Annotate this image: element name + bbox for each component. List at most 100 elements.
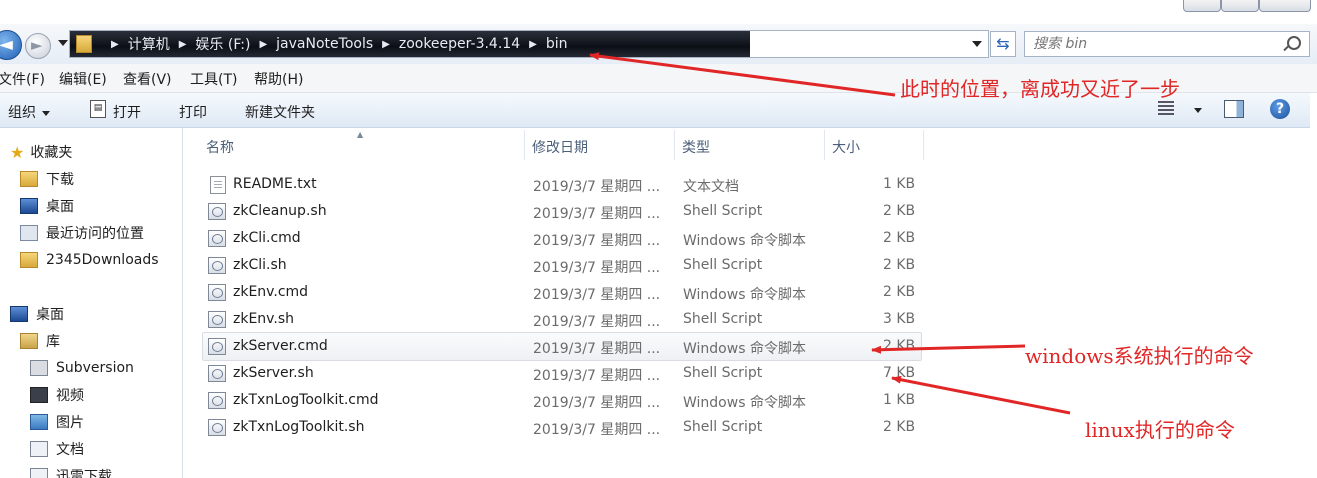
breadcrumb-zookeeper[interactable]: zookeeper-3.4.14	[399, 36, 520, 52]
script-file-icon	[208, 311, 226, 328]
back-button[interactable]: ◄	[0, 30, 22, 60]
address-row: ◄ ► ▶ 计算机 ▶ 娱乐 (F:) ▶ javaNoteTools ▶ zo…	[0, 24, 1317, 64]
forward-button[interactable]: ►	[25, 33, 51, 59]
maximize-button[interactable]	[1221, 0, 1259, 12]
nav-xunlei-downloads[interactable]: 迅雷下载	[30, 465, 112, 478]
nav-pictures[interactable]: 图片	[30, 411, 84, 433]
close-button[interactable]	[1259, 0, 1311, 12]
column-name[interactable]: 名称	[206, 137, 234, 157]
print-button[interactable]: 打印	[179, 102, 207, 122]
file-name: zkCleanup.sh	[233, 203, 327, 219]
chevron-down-icon[interactable]	[1194, 108, 1202, 113]
file-row-zktxnlogtoolkit-sh[interactable]: zkTxnLogToolkit.sh 2019/3/7 星期四 ... Shel…	[203, 414, 921, 441]
nav-label: 桌面	[36, 307, 64, 323]
nav-label: Subversion	[56, 360, 134, 376]
preview-pane-icon[interactable]	[1224, 100, 1244, 118]
file-date: 2019/3/7 星期四 ...	[533, 260, 661, 276]
file-size: 2 KB	[883, 338, 916, 354]
history-dropdown-icon[interactable]	[58, 40, 68, 46]
file-type: 文本文档	[683, 179, 739, 195]
breadcrumb-javanotetools[interactable]: javaNoteTools	[276, 36, 373, 52]
nav-label: 视频	[56, 388, 84, 404]
nav-library[interactable]: 库	[20, 330, 60, 352]
help-icon[interactable]: ?	[1270, 99, 1290, 119]
nav-favorites-label: 收藏夹	[30, 145, 73, 161]
nav-downloads[interactable]: 下载	[20, 168, 74, 190]
file-size: 2 KB	[883, 419, 916, 435]
nav-2345downloads[interactable]: 2345Downloads	[20, 249, 159, 271]
refresh-button[interactable]: ⇆	[990, 31, 1016, 57]
breadcrumb-computer[interactable]: 计算机	[128, 34, 170, 54]
script-file-icon	[208, 257, 226, 274]
file-size: 2 KB	[883, 203, 916, 219]
file-date: 2019/3/7 星期四 ...	[533, 179, 661, 195]
column-divider[interactable]	[923, 130, 924, 160]
script-file-icon	[208, 203, 226, 220]
chevron-right-icon[interactable]: ▶	[111, 39, 119, 50]
folder-icon	[76, 35, 92, 53]
file-row-zktxnlogtoolkit-cmd[interactable]: zkTxnLogToolkit.cmd 2019/3/7 星期四 ... Win…	[203, 387, 921, 414]
search-box[interactable]	[1024, 31, 1310, 57]
nav-favorites[interactable]: ★ 收藏夹	[10, 141, 72, 163]
organize-button[interactable]: 组织	[8, 102, 50, 122]
file-size: 1 KB	[883, 392, 916, 408]
download-folder-icon	[30, 468, 48, 478]
column-divider[interactable]	[524, 130, 525, 160]
nav-subversion[interactable]: Subversion	[30, 357, 134, 379]
file-name: zkServer.cmd	[233, 338, 328, 354]
minimize-button[interactable]	[1183, 0, 1221, 12]
menu-file[interactable]: 文件(F)	[0, 69, 45, 89]
file-row-zkcli-cmd[interactable]: zkCli.cmd 2019/3/7 星期四 ... Windows 命令脚本 …	[203, 225, 921, 252]
column-date[interactable]: 修改日期	[532, 137, 588, 157]
text-file-icon	[210, 176, 226, 194]
address-dropdown-icon[interactable]	[972, 41, 982, 47]
nav-desktop[interactable]: 桌面	[10, 303, 64, 325]
file-size: 1 KB	[883, 176, 916, 192]
annotation-position: 此时的位置，离成功又近了一步	[900, 77, 1180, 101]
search-input[interactable]	[1033, 35, 1273, 53]
file-row-readme[interactable]: README.txt 2019/3/7 星期四 ... 文本文档 1 KB	[203, 171, 921, 198]
file-row-zkserver-sh[interactable]: zkServer.sh 2019/3/7 星期四 ... Shell Scrip…	[203, 360, 921, 387]
nav-desktop-fav[interactable]: 桌面	[20, 195, 74, 217]
file-row-zkserver-cmd[interactable]: zkServer.cmd 2019/3/7 星期四 ... Windows 命令…	[202, 332, 922, 361]
nav-documents[interactable]: 文档	[30, 438, 84, 460]
file-name: zkTxnLogToolkit.sh	[233, 419, 365, 435]
file-type: Windows 命令脚本	[683, 341, 806, 357]
chevron-right-icon[interactable]: ▶	[179, 39, 187, 50]
search-icon[interactable]	[1287, 36, 1301, 50]
chevron-right-icon[interactable]: ▶	[382, 39, 390, 50]
breadcrumb-bin[interactable]: bin	[546, 36, 568, 52]
file-row-zkcleanup-sh[interactable]: zkCleanup.sh 2019/3/7 星期四 ... Shell Scri…	[203, 198, 921, 225]
column-size[interactable]: 大小	[832, 137, 860, 157]
menu-help[interactable]: 帮助(H)	[254, 69, 303, 89]
new-folder-button[interactable]: 新建文件夹	[245, 102, 315, 122]
pictures-icon	[30, 414, 48, 430]
script-file-icon	[208, 338, 226, 355]
menu-view[interactable]: 查看(V)	[123, 69, 172, 89]
menu-tools[interactable]: 工具(T)	[190, 69, 237, 89]
address-bar[interactable]: ▶ 计算机 ▶ 娱乐 (F:) ▶ javaNoteTools ▶ zookee…	[69, 30, 989, 58]
menu-edit[interactable]: 编辑(E)	[59, 69, 107, 89]
file-row-zkenv-cmd[interactable]: zkEnv.cmd 2019/3/7 星期四 ... Windows 命令脚本 …	[203, 279, 921, 306]
breadcrumb-drive[interactable]: 娱乐 (F:)	[195, 34, 250, 54]
file-type: Shell Script	[683, 257, 763, 273]
star-icon: ★	[10, 142, 25, 162]
column-divider[interactable]	[674, 130, 675, 160]
nav-videos[interactable]: 视频	[30, 384, 84, 406]
breadcrumb: ▶ 计算机 ▶ 娱乐 (F:) ▶ javaNoteTools ▶ zookee…	[76, 31, 567, 57]
chevron-right-icon[interactable]: ▶	[529, 39, 537, 50]
column-divider[interactable]	[824, 130, 825, 160]
file-row-zkenv-sh[interactable]: zkEnv.sh 2019/3/7 星期四 ... Shell Script 3…	[203, 306, 921, 333]
folder-icon	[20, 252, 38, 268]
chevron-right-icon[interactable]: ▶	[259, 39, 267, 50]
open-button[interactable]: 打开	[113, 102, 141, 122]
column-type[interactable]: 类型	[682, 137, 710, 157]
file-row-zkcli-sh[interactable]: zkCli.sh 2019/3/7 星期四 ... Shell Script 2…	[203, 252, 921, 279]
file-date: 2019/3/7 星期四 ...	[533, 395, 661, 411]
nav-recent-places[interactable]: 最近访问的位置	[20, 222, 144, 244]
file-size: 2 KB	[883, 257, 916, 273]
forward-arrow-icon: ►	[31, 36, 43, 54]
column-header: 名称 ▲ 修改日期 类型 大小	[183, 128, 924, 162]
view-options-icon[interactable]	[1158, 101, 1174, 117]
file-type: Windows 命令脚本	[683, 287, 806, 303]
